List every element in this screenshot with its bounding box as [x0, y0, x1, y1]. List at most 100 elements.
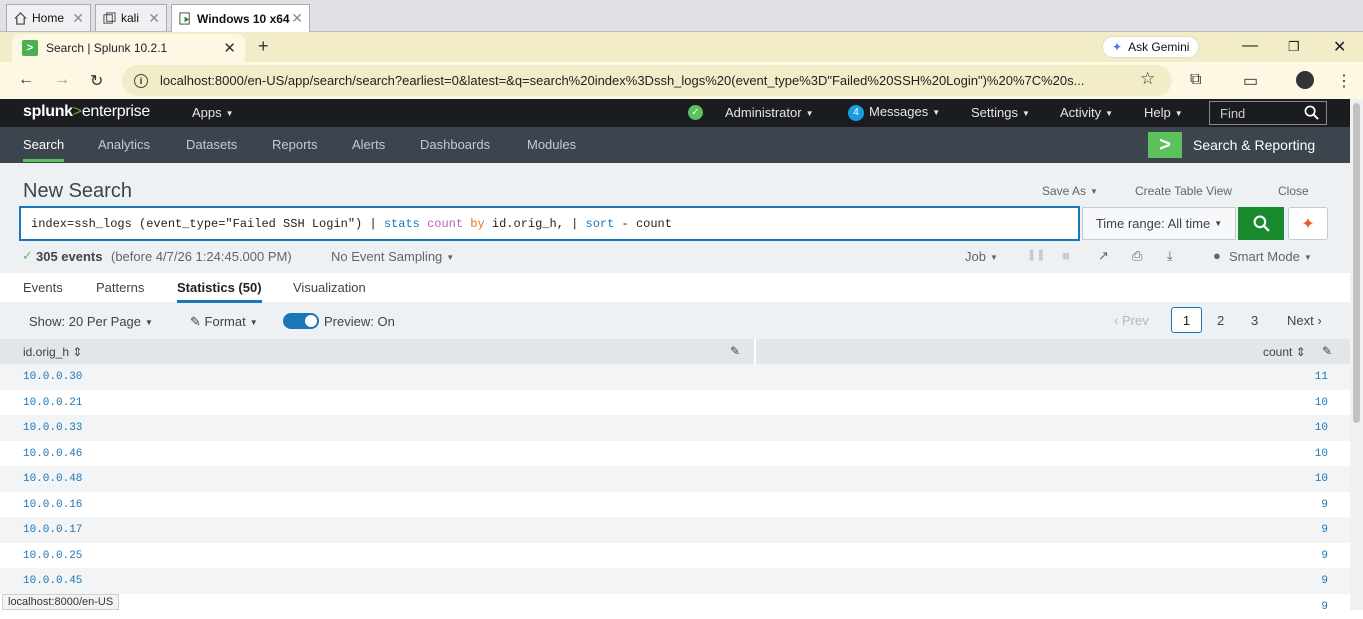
page-2-button[interactable]: 2: [1217, 313, 1224, 328]
close-icon[interactable]: ✕: [291, 10, 303, 27]
site-info-icon[interactable]: i: [134, 74, 148, 88]
cell-count[interactable]: 11: [1315, 371, 1328, 383]
cell-count[interactable]: 10: [1315, 473, 1328, 485]
reload-icon[interactable]: ↻: [90, 71, 103, 91]
cell-orig-h[interactable]: 10.0.0.45: [23, 575, 82, 587]
minimize-icon[interactable]: —: [1242, 37, 1258, 55]
messages-menu[interactable]: 4Messages▼: [848, 104, 940, 121]
page-3-button[interactable]: 3: [1251, 313, 1258, 328]
column-header-orig-h[interactable]: id.orig_h ⇕: [23, 345, 82, 359]
close-icon[interactable]: ✕: [72, 10, 84, 27]
bookmark-star-icon[interactable]: ☆: [1140, 69, 1155, 89]
cell-count[interactable]: 9: [1321, 601, 1328, 613]
scrollbar-thumb[interactable]: [1353, 103, 1360, 423]
cell-orig-h[interactable]: 10.0.0.16: [23, 499, 82, 511]
cell-count[interactable]: 9: [1321, 575, 1328, 587]
tab-events[interactable]: Events: [23, 280, 63, 295]
tab-analytics[interactable]: Analytics: [98, 137, 150, 152]
per-page-menu[interactable]: Show: 20 Per Page▼: [29, 314, 153, 329]
table-row: 10.0.0.16 9: [0, 492, 1350, 518]
prev-page-button[interactable]: ‹ Prev: [1114, 313, 1149, 328]
column-label: id.orig_h: [23, 345, 69, 359]
tab-search[interactable]: Search: [23, 137, 64, 152]
tab-visualization[interactable]: Visualization: [293, 280, 366, 295]
prev-label: Prev: [1122, 313, 1149, 328]
search-icon[interactable]: [1304, 105, 1319, 123]
table-row: 10.0.0.25 9: [0, 543, 1350, 569]
tab-modules[interactable]: Modules: [527, 137, 576, 152]
apps-menu[interactable]: Apps▼: [192, 105, 234, 120]
tab-dashboards[interactable]: Dashboards: [420, 137, 490, 152]
cell-orig-h[interactable]: 10.0.0.46: [23, 448, 82, 460]
page-scrollbar[interactable]: [1350, 99, 1363, 610]
forward-icon[interactable]: →: [54, 71, 70, 89]
close-tab-icon[interactable]: ✕: [223, 39, 236, 57]
stop-icon[interactable]: ■: [1062, 248, 1070, 263]
search-query-input[interactable]: index=ssh_logs (event_type="Failed SSH L…: [19, 206, 1080, 241]
help-menu[interactable]: Help▼: [1144, 105, 1183, 120]
save-as-menu[interactable]: Save As▼: [1042, 184, 1098, 198]
edit-column-icon[interactable]: ✎: [1322, 344, 1332, 358]
vm-tab-kali[interactable]: kali ✕: [95, 4, 167, 31]
cell-count[interactable]: 9: [1321, 524, 1328, 536]
extensions-icon[interactable]: ⧉: [1190, 71, 1201, 89]
vm-tab-home[interactable]: Home ✕: [6, 4, 91, 31]
cell-orig-h[interactable]: 10.0.0.21: [23, 397, 82, 409]
export-icon[interactable]: ⤓: [1167, 248, 1173, 264]
cell-count[interactable]: 10: [1315, 448, 1328, 460]
format-menu[interactable]: ✎ Format▼: [190, 314, 258, 330]
close-window-icon[interactable]: ✕: [1333, 37, 1346, 57]
job-menu[interactable]: Job▼: [965, 249, 998, 264]
page-1-button[interactable]: 1: [1171, 307, 1202, 333]
restore-icon[interactable]: ❐: [1288, 39, 1300, 55]
cell-count[interactable]: 9: [1321, 499, 1328, 511]
profile-avatar[interactable]: [1296, 71, 1314, 89]
menu-dots-icon[interactable]: ⋮: [1336, 71, 1352, 91]
cell-orig-h[interactable]: 10.0.0.30: [23, 371, 82, 383]
next-page-button[interactable]: Next ›: [1287, 313, 1322, 328]
caret-down-icon: ▼: [806, 109, 814, 118]
pause-icon[interactable]: ❚❚: [1027, 248, 1045, 261]
search-mode-menu[interactable]: Smart Mode▼: [1229, 249, 1312, 264]
cell-count[interactable]: 10: [1315, 422, 1328, 434]
tab-statistics[interactable]: Statistics (50): [177, 280, 262, 295]
close-icon[interactable]: ✕: [148, 10, 160, 27]
app-name[interactable]: Search & Reporting: [1193, 137, 1315, 153]
browser-tab[interactable]: > Search | Splunk 10.2.1 ✕: [12, 34, 245, 62]
settings-menu[interactable]: Settings▼: [971, 105, 1030, 120]
activity-menu[interactable]: Activity▼: [1060, 105, 1113, 120]
cell-orig-h[interactable]: 10.0.0.25: [23, 550, 82, 562]
time-range-picker[interactable]: Time range: All time▼: [1082, 207, 1236, 240]
user-menu[interactable]: Administrator▼: [725, 105, 814, 120]
health-ok-icon[interactable]: ✓: [688, 105, 703, 120]
new-tab-button[interactable]: +: [258, 36, 269, 57]
run-search-button[interactable]: [1238, 207, 1284, 240]
tab-reports[interactable]: Reports: [272, 137, 318, 152]
ask-gemini-button[interactable]: ✦ Ask Gemini: [1102, 36, 1199, 58]
ai-assistant-button[interactable]: ✦: [1288, 207, 1328, 240]
back-icon[interactable]: ←: [18, 71, 34, 89]
cell-orig-h[interactable]: 10.0.0.48: [23, 473, 82, 485]
print-icon[interactable]: ⎙: [1132, 248, 1142, 264]
tab-patterns[interactable]: Patterns: [96, 280, 144, 295]
cell-orig-h[interactable]: 10.0.0.33: [23, 422, 82, 434]
cell-count[interactable]: 9: [1321, 550, 1328, 562]
edit-column-icon[interactable]: ✎: [730, 344, 740, 358]
results-tabs: Events Patterns Statistics (50) Visualiz…: [0, 273, 1350, 302]
create-table-view-link[interactable]: Create Table View: [1135, 184, 1232, 198]
event-sampling-menu[interactable]: No Event Sampling▼: [331, 249, 454, 264]
tab-alerts[interactable]: Alerts: [352, 137, 385, 152]
find-input[interactable]: Find: [1209, 101, 1327, 125]
column-header-count[interactable]: count ⇕: [1263, 345, 1306, 359]
preview-toggle[interactable]: [283, 313, 319, 329]
media-icon[interactable]: ▭: [1243, 71, 1258, 91]
cell-orig-h[interactable]: 10.0.0.17: [23, 524, 82, 536]
preview-label: Preview: On: [324, 314, 395, 329]
tab-datasets[interactable]: Datasets: [186, 137, 237, 152]
address-bar[interactable]: i localhost:8000/en-US/app/search/search…: [122, 65, 1172, 96]
splunk-logo[interactable]: splunk>enterprise: [23, 103, 150, 121]
share-icon[interactable]: ↗: [1098, 248, 1109, 264]
cell-count[interactable]: 10: [1315, 397, 1328, 409]
close-link[interactable]: Close: [1278, 184, 1309, 198]
vm-tab-windows[interactable]: Windows 10 x64 ✕: [171, 4, 310, 32]
